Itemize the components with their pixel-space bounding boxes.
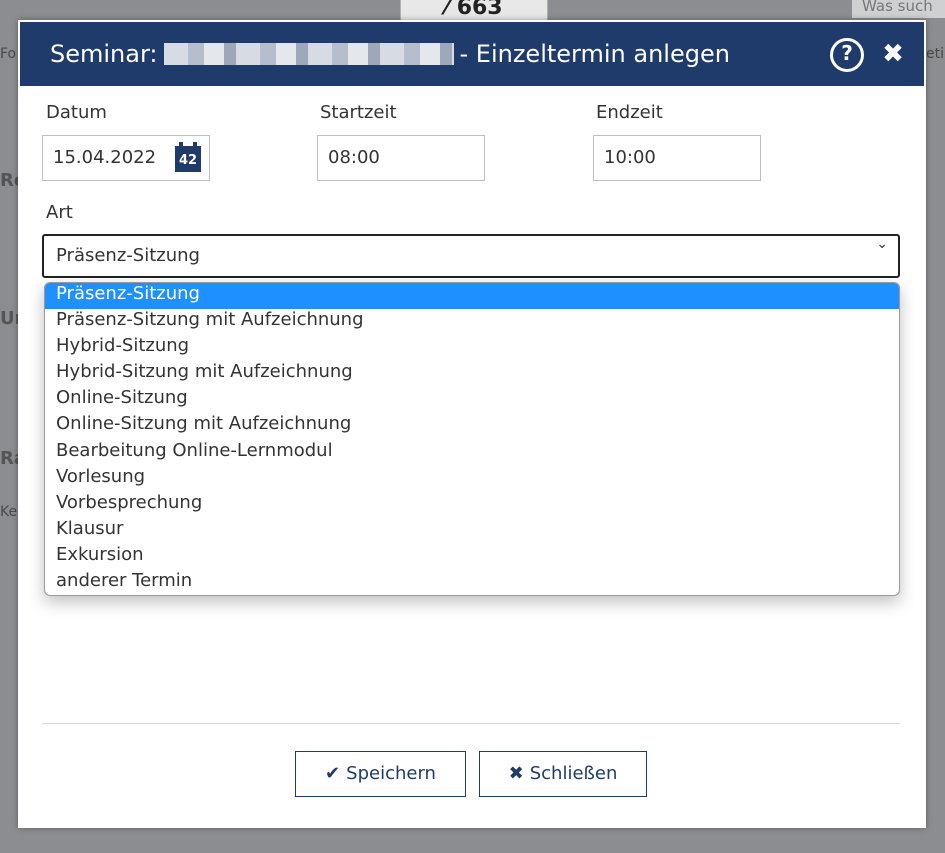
dropdown-option[interactable]: Präsenz-Sitzung <box>45 283 899 310</box>
background-fragment: Fo <box>0 46 17 62</box>
dropdown-option[interactable]: Bearbeitung Online-Lernmodul <box>45 440 899 466</box>
start-time-label: Startzeit <box>320 102 397 123</box>
type-select[interactable]: Präsenz-Sitzung ⌄ <box>42 234 900 278</box>
date-value: 15.04.2022 <box>53 147 157 168</box>
appointment-dialog: Seminar: - Einzeltermin anlegen ? ✖ Datu… <box>18 20 926 828</box>
title-prefix: Seminar: <box>50 40 158 68</box>
help-icon[interactable]: ? <box>830 38 864 72</box>
close-button[interactable]: ✖ Schließen <box>479 751 647 797</box>
date-field[interactable]: 15.04.2022 42 <box>42 135 210 181</box>
chevron-down-icon[interactable]: ⌄ <box>876 236 888 252</box>
save-button-label: Speichern <box>346 763 436 784</box>
checkmark-icon: ✔ <box>325 763 341 784</box>
footer-divider <box>42 723 900 724</box>
calendar-icon[interactable]: 42 <box>175 142 201 172</box>
background-fragment: Ke <box>0 504 18 520</box>
end-time-label: Endzeit <box>596 102 663 123</box>
type-select-value: Präsenz-Sitzung <box>56 245 200 266</box>
end-time-field[interactable]: 10:00 <box>593 135 761 181</box>
dropdown-option[interactable]: Hybrid-Sitzung mit Aufzeichnung <box>45 361 899 387</box>
dropdown-option[interactable]: anderer Termin <box>45 570 899 595</box>
dialog-title: Seminar: - Einzeltermin anlegen <box>50 22 730 86</box>
dropdown-option[interactable]: Hybrid-Sitzung <box>45 335 899 361</box>
dialog-titlebar: Seminar: - Einzeltermin anlegen ? ✖ <box>18 20 926 88</box>
type-label: Art <box>46 202 73 223</box>
date-label: Datum <box>46 102 107 123</box>
dropdown-option[interactable]: Vorbesprechung <box>45 492 899 518</box>
dropdown-option[interactable]: Klausur <box>45 518 899 544</box>
dropdown-option[interactable]: Online-Sitzung mit Aufzeichnung <box>45 413 899 439</box>
start-time-value: 08:00 <box>328 147 380 168</box>
close-icon[interactable]: ✖ <box>880 38 906 70</box>
save-button[interactable]: ✔ Speichern <box>295 751 466 797</box>
title-suffix: - Einzeltermin anlegen <box>459 40 730 68</box>
type-dropdown-list: Präsenz-Sitzung Präsenz-Sitzung mit Aufz… <box>44 282 900 596</box>
x-icon: ✖ <box>508 763 524 784</box>
start-time-field[interactable]: 08:00 <box>317 135 485 181</box>
redacted-seminar-name <box>163 43 454 65</box>
background-fragment: etin <box>926 46 945 62</box>
background-search-input: Was such <box>852 0 945 18</box>
end-time-value: 10:00 <box>604 147 656 168</box>
close-button-label: Schließen <box>529 763 618 784</box>
dropdown-option[interactable]: Online-Sitzung <box>45 387 899 413</box>
dropdown-option[interactable]: Exkursion <box>45 544 899 570</box>
dropdown-option[interactable]: Vorlesung <box>45 466 899 492</box>
dropdown-option[interactable]: Präsenz-Sitzung mit Aufzeichnung <box>45 309 899 335</box>
